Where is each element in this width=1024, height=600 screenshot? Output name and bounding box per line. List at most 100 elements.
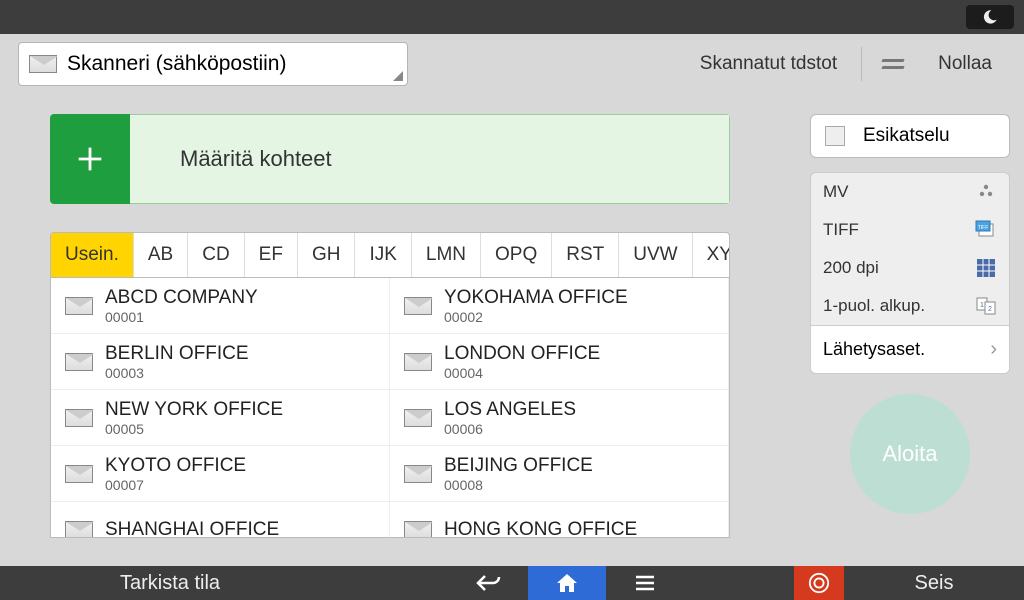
pages-icon: 12 [975, 295, 997, 317]
top-row: Skanneri (sähköpostiin) Skannatut tdstot… [0, 34, 1024, 94]
contact-item[interactable]: NEW YORK OFFICE00005 [51, 390, 390, 446]
setting-label: MV [823, 182, 849, 202]
tab-ab[interactable]: AB [134, 233, 188, 277]
back-icon [475, 573, 503, 593]
contact-item[interactable]: LOS ANGELES00006 [390, 390, 729, 446]
menu-button[interactable] [606, 566, 684, 600]
stop-icon [808, 572, 830, 594]
contacts-list: ABCD COMPANY00001YOKOHAMA OFFICE00002BER… [50, 278, 730, 538]
back-button[interactable] [450, 566, 528, 600]
contact-item[interactable]: HONG KONG OFFICE [390, 502, 729, 538]
contact-code: 00003 [105, 365, 249, 381]
settings-card: MV TIFF TIFF 200 dpi 1-puol. alkup. 12 Lähety… [810, 172, 1010, 374]
separator [861, 47, 862, 81]
night-mode-button[interactable] [966, 5, 1014, 29]
envelope-icon [65, 465, 93, 483]
setting-label: 200 dpi [823, 258, 879, 278]
preview-toggle[interactable]: Esikatselu [810, 114, 1010, 158]
svg-text:1: 1 [980, 302, 984, 309]
clear-icon[interactable] [872, 59, 914, 69]
contact-name: BEIJING OFFICE [444, 455, 593, 477]
contact-code: 00006 [444, 421, 576, 437]
plus-icon [73, 142, 107, 176]
contact-name: HONG KONG OFFICE [444, 519, 637, 539]
home-button[interactable] [528, 566, 606, 600]
svg-text:TIFF: TIFF [978, 225, 989, 231]
envelope-icon [404, 521, 432, 539]
envelope-icon [404, 353, 432, 371]
contact-code: 00007 [105, 477, 246, 493]
dropdown-corner-icon [393, 71, 403, 81]
moon-icon [982, 9, 998, 25]
send-settings-button[interactable]: Lähetysaset. › [811, 325, 1009, 373]
contact-item[interactable]: YOKOHAMA OFFICE00002 [390, 278, 729, 334]
contact-item[interactable]: BERLIN OFFICE00003 [51, 334, 390, 390]
contact-item[interactable]: KYOTO OFFICE00007 [51, 446, 390, 502]
contact-item[interactable]: ABCD COMPANY00001 [51, 278, 390, 334]
contact-item[interactable]: SHANGHAI OFFICE [51, 502, 390, 538]
tab-uvw[interactable]: UVW [619, 233, 692, 277]
tab-opq[interactable]: OPQ [481, 233, 552, 277]
svg-text:2: 2 [988, 306, 992, 313]
tab-gh[interactable]: GH [298, 233, 356, 277]
tiff-icon: TIFF [975, 219, 997, 241]
checkbox-icon [825, 126, 845, 146]
setting-row[interactable]: 1-puol. alkup. 12 [811, 287, 1009, 325]
contact-name: SHANGHAI OFFICE [105, 519, 279, 539]
scanned-files-button[interactable]: Skannatut tdstot [686, 45, 851, 83]
setting-label: 1-puol. alkup. [823, 296, 925, 316]
contact-code: 00002 [444, 309, 628, 325]
contact-name: NEW YORK OFFICE [105, 399, 283, 421]
contact-name: BERLIN OFFICE [105, 343, 249, 365]
tab-ef[interactable]: EF [245, 233, 298, 277]
setting-row[interactable]: MV [811, 173, 1009, 211]
add-destination-button[interactable] [50, 114, 130, 204]
stop-label: Seis [844, 572, 1024, 595]
status-bar [0, 0, 1024, 34]
send-settings-label: Lähetysaset. [823, 339, 925, 360]
start-label: Aloita [882, 441, 937, 467]
menu-icon [634, 575, 656, 591]
preview-label: Esikatselu [863, 125, 950, 147]
destination-banner[interactable]: Määritä kohteet [50, 114, 730, 204]
destination-label: Määritä kohteet [130, 114, 730, 204]
dots-icon [975, 181, 997, 203]
alphabet-tabs: Usein.ABCDEFGHIJKLMNOPQRSTUVWXYZ [50, 232, 730, 278]
tab-ijk[interactable]: IJK [355, 233, 411, 277]
contact-code: 00004 [444, 365, 600, 381]
contact-name: KYOTO OFFICE [105, 455, 246, 477]
stop-button[interactable] [794, 566, 844, 600]
reset-button[interactable]: Nollaa [924, 45, 1006, 83]
contact-name: ABCD COMPANY [105, 287, 258, 309]
mode-label: Skanneri (sähköpostiin) [67, 52, 286, 76]
tab-usein[interactable]: Usein. [51, 233, 134, 277]
contact-code: 00008 [444, 477, 593, 493]
envelope-icon [65, 353, 93, 371]
envelope-icon [65, 297, 93, 315]
tab-xyz[interactable]: XYZ [693, 233, 730, 277]
contact-item[interactable]: BEIJING OFFICE00008 [390, 446, 729, 502]
contact-code: 00005 [105, 421, 283, 437]
setting-label: TIFF [823, 220, 859, 240]
envelope-icon [404, 297, 432, 315]
tab-rst[interactable]: RST [552, 233, 619, 277]
chevron-right-icon: › [990, 338, 997, 361]
envelope-icon [65, 521, 93, 539]
setting-row[interactable]: TIFF TIFF [811, 211, 1009, 249]
bottom-bar: Tarkista tila Seis [0, 566, 1024, 600]
check-status-button[interactable]: Tarkista tila [0, 572, 340, 595]
grid-icon [975, 257, 997, 279]
tab-cd[interactable]: CD [188, 233, 244, 277]
contact-name: LONDON OFFICE [444, 343, 600, 365]
contact-name: LOS ANGELES [444, 399, 576, 421]
contact-code: 00001 [105, 309, 258, 325]
tab-lmn[interactable]: LMN [412, 233, 481, 277]
home-icon [555, 572, 579, 594]
mode-selector[interactable]: Skanneri (sähköpostiin) [18, 42, 408, 86]
envelope-icon [404, 465, 432, 483]
setting-row[interactable]: 200 dpi [811, 249, 1009, 287]
start-button[interactable]: Aloita [850, 394, 970, 514]
envelope-icon [29, 55, 57, 73]
contact-item[interactable]: LONDON OFFICE00004 [390, 334, 729, 390]
envelope-icon [404, 409, 432, 427]
